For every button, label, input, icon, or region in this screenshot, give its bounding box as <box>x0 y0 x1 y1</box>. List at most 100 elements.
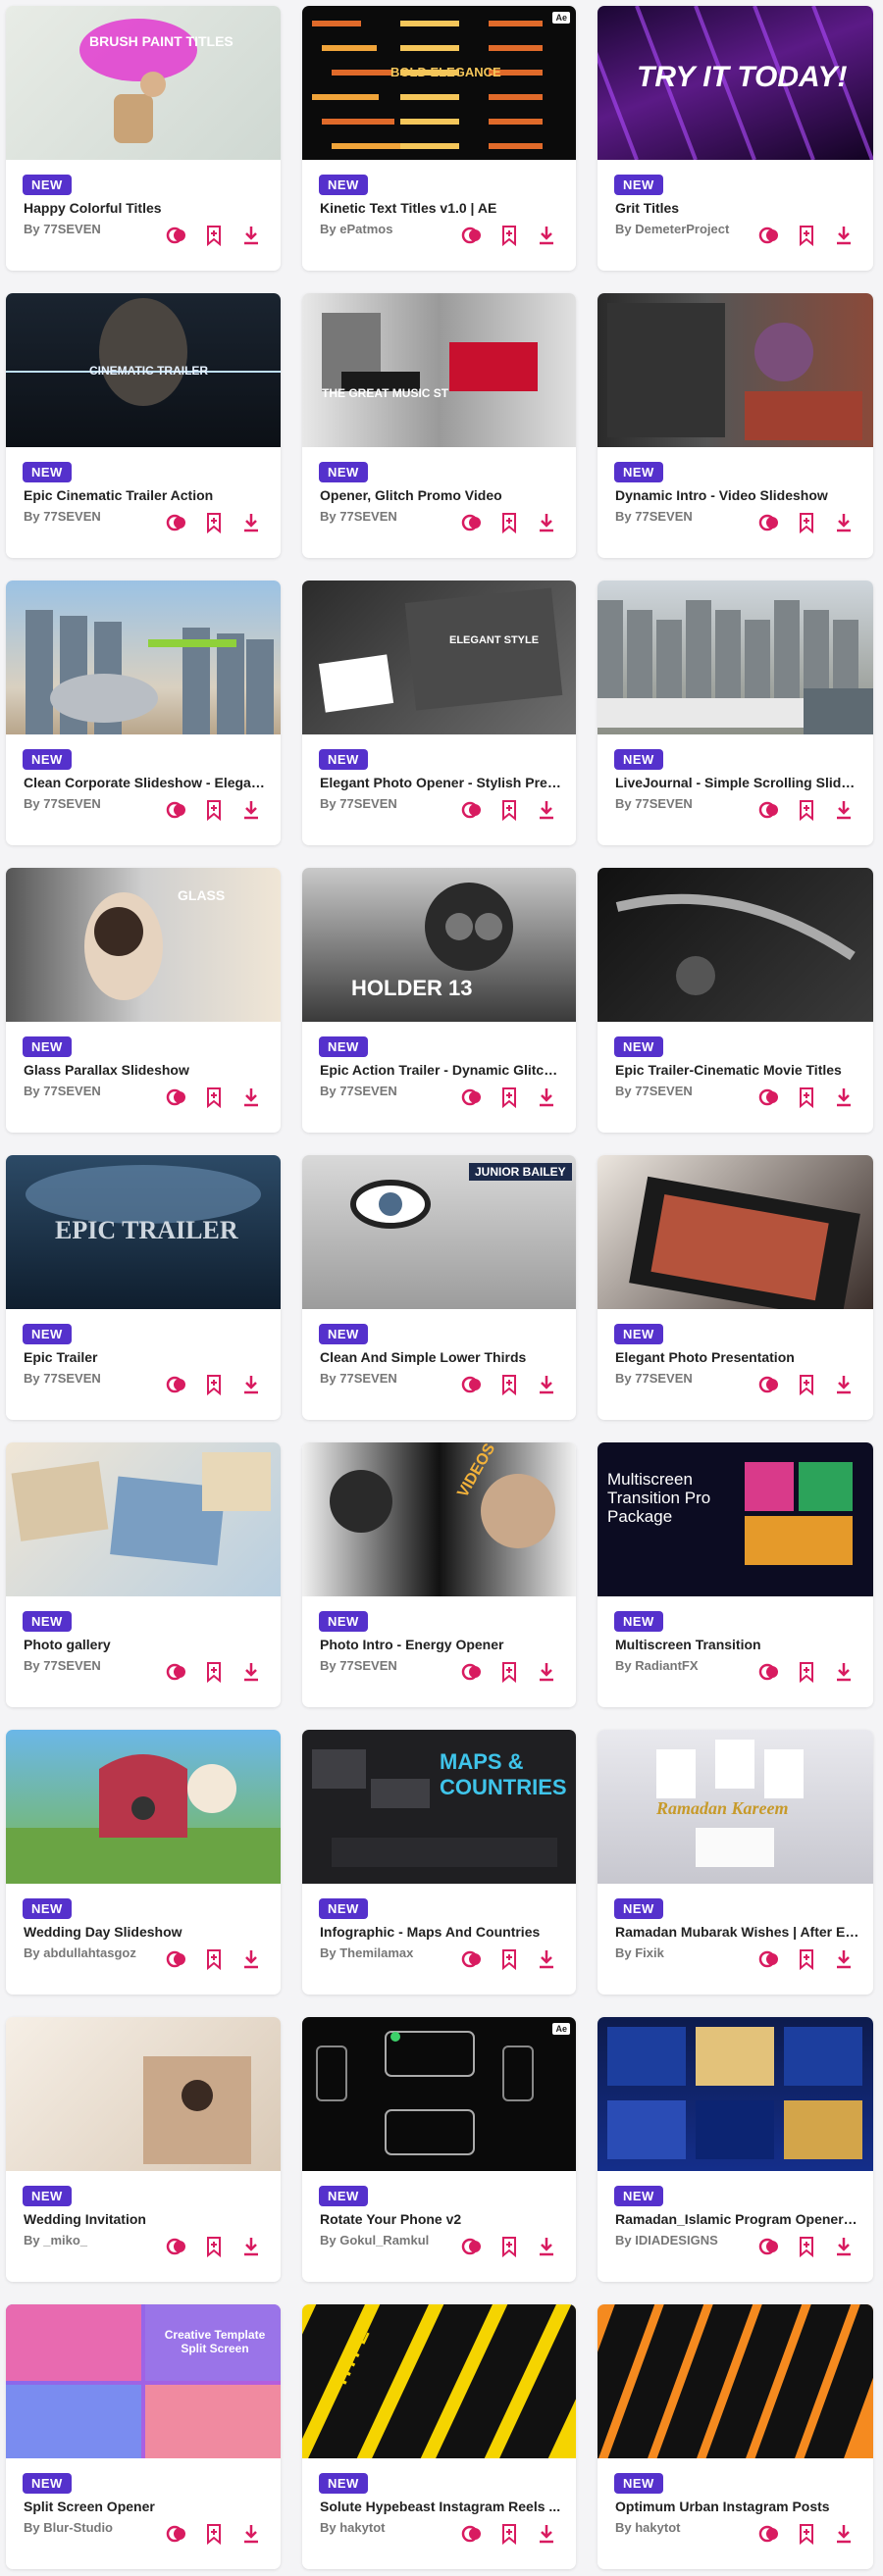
template-card[interactable]: NEW Ramadan_Islamic Program Opener_... B… <box>597 2017 873 2282</box>
card-author[interactable]: By 77SEVEN <box>320 509 397 524</box>
template-card[interactable]: NEW Optimum Urban Instagram Posts By hak… <box>597 2304 873 2569</box>
author-name[interactable]: Themilamax <box>339 1945 413 1960</box>
bookmark-add-icon[interactable] <box>202 2235 226 2258</box>
template-card[interactable]: HYPE NEW Solute Hypebeast Instagram Reel… <box>302 2304 576 2569</box>
preview-circles-icon[interactable] <box>757 2522 781 2546</box>
card-author[interactable]: By hakytot <box>320 2520 385 2535</box>
preview-circles-icon[interactable] <box>757 1373 781 1396</box>
preview-circles-icon[interactable] <box>165 2522 188 2546</box>
card-author[interactable]: By 77SEVEN <box>24 796 101 811</box>
preview-circles-icon[interactable] <box>757 1660 781 1684</box>
bookmark-add-icon[interactable] <box>202 1660 226 1684</box>
preview-circles-icon[interactable] <box>165 798 188 822</box>
template-card[interactable]: BOLD ELEGANCE Ae NEW Kinetic Text Titles … <box>302 6 576 271</box>
author-name[interactable]: 77SEVEN <box>635 509 693 524</box>
template-card[interactable]: GLASS NEW Glass Parallax Slideshow By 77… <box>6 868 281 1133</box>
card-title[interactable]: Dynamic Intro - Video Slideshow <box>615 487 860 503</box>
template-card[interactable]: HOLDER 13 NEW Epic Action Trailer - Dyna… <box>302 868 576 1133</box>
card-author[interactable]: By 77SEVEN <box>320 1658 397 1673</box>
card-title[interactable]: Ramadan_Islamic Program Opener_... <box>615 2211 860 2227</box>
template-card[interactable]: CINEMATIC TRAILER NEW Epic Cinematic Tra… <box>6 293 281 558</box>
card-author[interactable]: By Themilamax <box>320 1945 413 1960</box>
card-thumbnail[interactable]: Ae <box>302 2017 576 2171</box>
card-title[interactable]: Epic Action Trailer - Dynamic Glitch ... <box>320 1062 565 1078</box>
author-name[interactable]: 77SEVEN <box>339 1371 397 1386</box>
author-name[interactable]: 77SEVEN <box>635 1371 693 1386</box>
bookmark-add-icon[interactable] <box>497 798 521 822</box>
card-title[interactable]: Epic Cinematic Trailer Action <box>24 487 269 503</box>
card-author[interactable]: By DemeterProject <box>615 222 729 236</box>
bookmark-add-icon[interactable] <box>497 2522 521 2546</box>
bookmark-add-icon[interactable] <box>497 224 521 247</box>
card-thumbnail[interactable] <box>597 293 873 447</box>
preview-circles-icon[interactable] <box>165 1947 188 1971</box>
card-title[interactable]: Wedding Day Slideshow <box>24 1924 269 1940</box>
card-author[interactable]: By _miko_ <box>24 2233 87 2248</box>
author-name[interactable]: 77SEVEN <box>635 796 693 811</box>
preview-circles-icon[interactable] <box>460 1373 484 1396</box>
bookmark-add-icon[interactable] <box>202 1373 226 1396</box>
card-thumbnail[interactable]: TRY IT TODAY! <box>597 6 873 160</box>
author-name[interactable]: IDIADESIGNS <box>635 2233 718 2248</box>
card-title[interactable]: Glass Parallax Slideshow <box>24 1062 269 1078</box>
author-name[interactable]: Fixik <box>635 1945 664 1960</box>
card-thumbnail[interactable] <box>597 2304 873 2458</box>
preview-circles-icon[interactable] <box>460 1660 484 1684</box>
card-title[interactable]: Clean And Simple Lower Thirds <box>320 1349 565 1365</box>
bookmark-add-icon[interactable] <box>497 2235 521 2258</box>
download-icon[interactable] <box>239 2522 263 2546</box>
card-title[interactable]: Ramadan Mubarak Wishes | After Ef... <box>615 1924 860 1940</box>
card-thumbnail[interactable]: VIDEOS <box>302 1442 576 1596</box>
card-author[interactable]: By 77SEVEN <box>24 222 101 236</box>
preview-circles-icon[interactable] <box>165 224 188 247</box>
card-thumbnail[interactable] <box>6 1730 281 1884</box>
card-author[interactable]: By IDIADESIGNS <box>615 2233 718 2248</box>
template-card[interactable]: Creative Template Split Screen NEW Split… <box>6 2304 281 2569</box>
card-author[interactable]: By 77SEVEN <box>615 1084 693 1098</box>
download-icon[interactable] <box>535 1660 558 1684</box>
preview-circles-icon[interactable] <box>757 798 781 822</box>
bookmark-add-icon[interactable] <box>202 798 226 822</box>
card-author[interactable]: By 77SEVEN <box>24 1084 101 1098</box>
template-card[interactable]: NEW Wedding Invitation By _miko_ <box>6 2017 281 2282</box>
download-icon[interactable] <box>832 1660 856 1684</box>
template-card[interactable]: NEW Elegant Photo Presentation By 77SEVE… <box>597 1155 873 1420</box>
preview-circles-icon[interactable] <box>165 1373 188 1396</box>
template-card[interactable]: MAPS & COUNTRIES NEW Infographic - Maps … <box>302 1730 576 1995</box>
author-name[interactable]: 77SEVEN <box>43 222 101 236</box>
download-icon[interactable] <box>535 511 558 534</box>
author-name[interactable]: _miko_ <box>43 2233 87 2248</box>
template-card[interactable]: BRUSH PAINT TITLES NEW Happy Colorful Ti… <box>6 6 281 271</box>
bookmark-add-icon[interactable] <box>202 224 226 247</box>
template-card[interactable]: NEW Wedding Day Slideshow By abdullahtas… <box>6 1730 281 1995</box>
card-title[interactable]: Wedding Invitation <box>24 2211 269 2227</box>
template-card[interactable]: EPIC TRAILER NEW Epic Trailer By 77SEVEN <box>6 1155 281 1420</box>
bookmark-add-icon[interactable] <box>795 2235 818 2258</box>
card-title[interactable]: Split Screen Opener <box>24 2499 269 2514</box>
card-author[interactable]: By 77SEVEN <box>320 1084 397 1098</box>
card-thumbnail[interactable] <box>597 581 873 734</box>
card-title[interactable]: Infographic - Maps And Countries <box>320 1924 565 1940</box>
card-title[interactable]: Epic Trailer <box>24 1349 269 1365</box>
download-icon[interactable] <box>239 1373 263 1396</box>
card-title[interactable]: Photo gallery <box>24 1637 269 1652</box>
card-author[interactable]: By abdullahtasgoz <box>24 1945 136 1960</box>
author-name[interactable]: 77SEVEN <box>43 509 101 524</box>
card-title[interactable]: Elegant Photo Opener - Stylish Pres... <box>320 775 565 790</box>
card-author[interactable]: By Fixik <box>615 1945 664 1960</box>
download-icon[interactable] <box>239 511 263 534</box>
card-thumbnail[interactable]: ELEGANT STYLE <box>302 581 576 734</box>
bookmark-add-icon[interactable] <box>795 1086 818 1109</box>
card-title[interactable]: Happy Colorful Titles <box>24 200 269 216</box>
author-name[interactable]: hakytot <box>339 2520 385 2535</box>
download-icon[interactable] <box>832 798 856 822</box>
download-icon[interactable] <box>535 2522 558 2546</box>
download-icon[interactable] <box>832 2235 856 2258</box>
author-name[interactable]: 77SEVEN <box>635 1084 693 1098</box>
bookmark-add-icon[interactable] <box>795 1947 818 1971</box>
card-author[interactable]: By RadiantFX <box>615 1658 699 1673</box>
card-thumbnail[interactable] <box>597 868 873 1022</box>
card-title[interactable]: LiveJournal - Simple Scrolling Slides... <box>615 775 860 790</box>
card-title[interactable]: Kinetic Text Titles v1.0 | AE <box>320 200 565 216</box>
bookmark-add-icon[interactable] <box>497 1947 521 1971</box>
